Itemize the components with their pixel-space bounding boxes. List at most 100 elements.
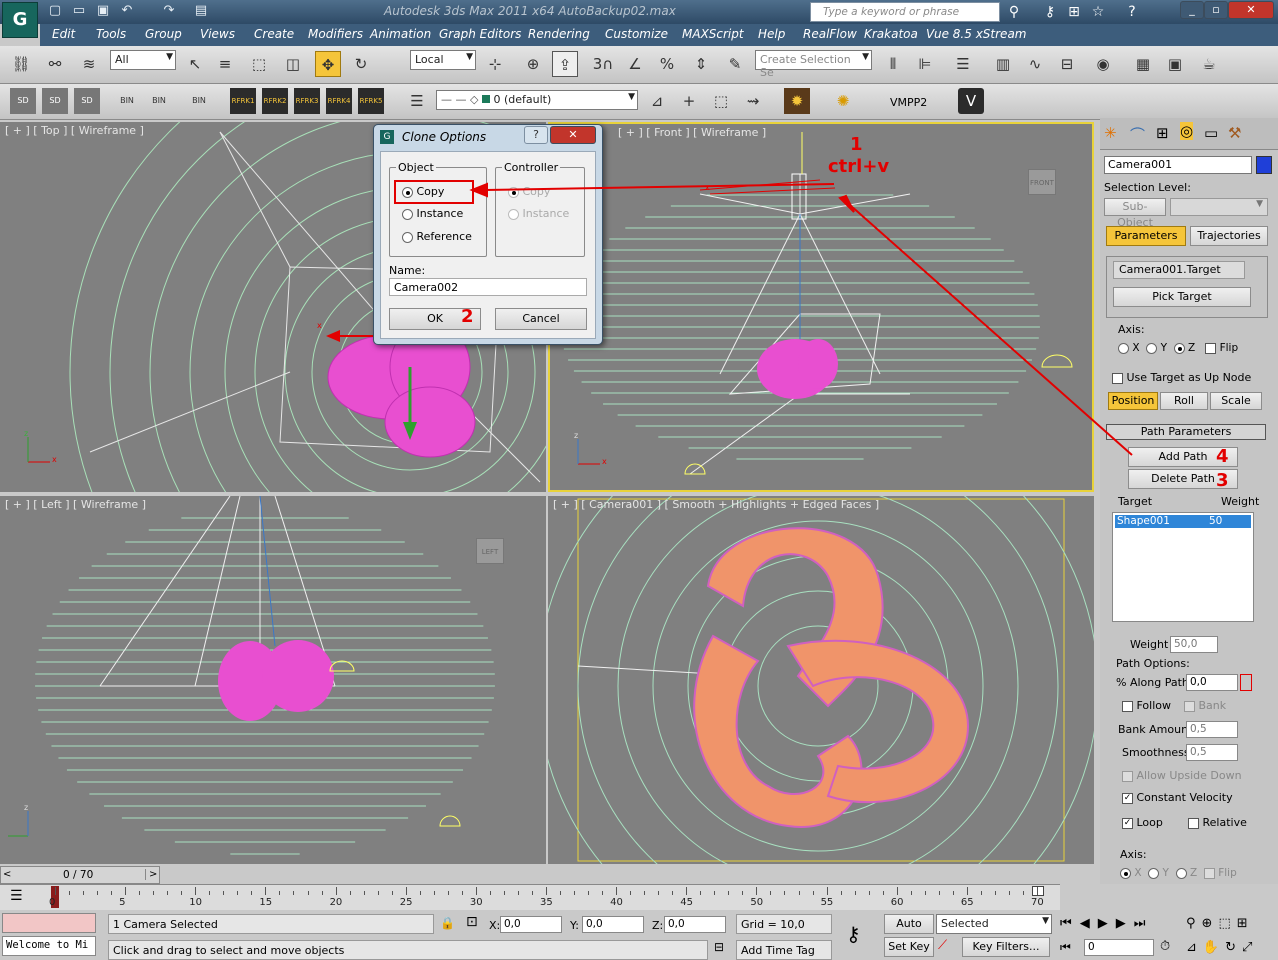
bin-icon-3[interactable]: BIN xyxy=(186,88,212,114)
layer-manager-icon[interactable]: ☰ xyxy=(950,51,976,77)
bin-icon-2[interactable]: BIN xyxy=(146,88,172,114)
allow-upside-checkbox[interactable] xyxy=(1122,770,1133,782)
object-name-field[interactable]: Camera001 xyxy=(1104,156,1252,174)
menu-krakatoa[interactable]: Krakatoa xyxy=(864,27,918,41)
key-filters-button[interactable]: Key Filters... xyxy=(962,937,1050,957)
fov-icon[interactable]: ⊿ xyxy=(1186,940,1203,955)
select-manipulate-icon[interactable]: ⊕ xyxy=(520,51,546,77)
menu-create[interactable]: Create xyxy=(254,27,294,41)
render-setup-icon[interactable]: ▦ xyxy=(1130,51,1156,77)
use-target-up-checkbox[interactable] xyxy=(1112,372,1123,384)
selection-lock-icon[interactable]: 🔒 xyxy=(440,916,455,930)
edit-named-selection-icon[interactable]: ✎ xyxy=(722,51,748,77)
zoom-icon[interactable]: ⚲ xyxy=(1186,916,1202,931)
previous-frame-icon[interactable]: ◀ xyxy=(1080,916,1098,931)
follow-checkbox[interactable] xyxy=(1122,700,1133,712)
menu-customize[interactable]: Customize xyxy=(605,27,668,41)
viewcube-left[interactable]: LEFT xyxy=(476,538,504,564)
krakatoa-icon[interactable]: ✺ xyxy=(830,88,856,114)
align-icon[interactable]: ⊫ xyxy=(912,51,938,77)
menu-edit[interactable]: Edit xyxy=(52,27,75,41)
unlink-icon[interactable]: ⚯ xyxy=(42,51,68,77)
clone-name-input[interactable]: Camera002 xyxy=(389,278,587,296)
layers-icon[interactable]: ☰ xyxy=(404,88,430,114)
viewport-camera-label[interactable]: [ + ] [ Camera001 ] [ Smooth + Highlight… xyxy=(553,498,879,511)
rotate-icon[interactable]: ↻ xyxy=(348,51,374,77)
menu-maxscript[interactable]: MAXScript xyxy=(682,27,744,41)
path-target-list[interactable]: Shape001 50 xyxy=(1112,512,1254,622)
set-key-button[interactable]: Set Key xyxy=(884,937,934,957)
zoom-extents-all-icon[interactable]: ⊞ xyxy=(1237,916,1254,931)
select-in-layer-icon[interactable]: ⬚ xyxy=(708,88,734,114)
viewport-top-label[interactable]: [ + ] [ Top ] [ Wireframe ] xyxy=(5,124,144,137)
plugin-star-icon[interactable]: ✹ xyxy=(784,88,810,114)
mirror-icon[interactable]: ⫴ xyxy=(880,51,906,77)
undo-icon[interactable]: ↶ xyxy=(118,3,136,19)
curve-editor-icon[interactable]: ∿ xyxy=(1022,51,1048,77)
vmpp-button[interactable]: VMPP2 xyxy=(890,96,927,109)
maxscript-mini-listener-top[interactable] xyxy=(2,913,96,933)
axis-x-radio[interactable] xyxy=(1118,342,1129,354)
axis-y-radio[interactable] xyxy=(1146,342,1158,354)
list-item[interactable]: Shape001 50 xyxy=(1115,515,1251,528)
communication-icon[interactable]: ⊞ xyxy=(1064,2,1084,22)
close-button[interactable]: ✕ xyxy=(1228,1,1274,19)
track-bar[interactable]: ☰ 0 5 10 15 20 25 30 35 40 45 50 55 60 65 70 xyxy=(0,884,1060,910)
set-key-mode-icon[interactable]: ⚷ xyxy=(846,922,861,946)
sd-icon-1[interactable]: SD xyxy=(10,88,36,114)
move-icon[interactable]: ✥ xyxy=(315,51,341,77)
menu-views[interactable]: Views xyxy=(200,27,235,41)
sub-object-dropdown[interactable]: ▼ xyxy=(1170,198,1268,216)
rect-selection-icon[interactable]: ⬚ xyxy=(246,51,272,77)
axis2-x-radio[interactable] xyxy=(1120,867,1131,879)
save-icon[interactable]: ▣ xyxy=(94,3,112,19)
menu-graph-editors[interactable]: Graph Editors xyxy=(439,27,521,41)
link-icon[interactable]: ⛓ xyxy=(8,51,34,77)
rfrk5-icon[interactable]: RFRK5 xyxy=(358,88,384,114)
key-tangent-icon[interactable]: ⟋ xyxy=(938,938,947,953)
parameters-tab[interactable]: Parameters xyxy=(1106,226,1186,246)
binoculars-icon[interactable]: ⚲ xyxy=(1004,2,1024,22)
rfrk4-icon[interactable]: RFRK4 xyxy=(326,88,352,114)
bin-icon-1[interactable]: BIN xyxy=(114,88,140,114)
sub-object-button[interactable]: Sub-Object xyxy=(1104,198,1166,229)
roll-button[interactable]: Roll xyxy=(1160,392,1208,410)
orbit-icon[interactable]: ↻ xyxy=(1225,940,1242,955)
viewcube-front[interactable]: FRONT xyxy=(1028,169,1056,195)
angle-snap-icon[interactable]: ∠ xyxy=(622,51,648,77)
menu-group[interactable]: Group xyxy=(145,27,182,41)
redo-icon[interactable]: ↷ xyxy=(160,3,178,19)
open-file-icon[interactable]: ▭ xyxy=(70,3,88,19)
absolute-mode-icon[interactable]: ⊡ xyxy=(466,914,478,930)
loop-checkbox[interactable]: ✓ xyxy=(1122,817,1133,829)
mini-curve-editor-icon[interactable]: ☰ xyxy=(10,888,23,904)
trajectories-tab[interactable]: Trajectories xyxy=(1190,226,1268,246)
render-production-icon[interactable]: ☕ xyxy=(1196,51,1222,77)
create-layer-icon[interactable]: ⊿ xyxy=(644,88,670,114)
display-tab-icon[interactable]: ▭ xyxy=(1204,124,1218,142)
time-tag-icon[interactable]: ⊟ xyxy=(714,940,724,954)
constant-velocity-checkbox[interactable]: ✓ xyxy=(1122,792,1133,804)
menu-animation[interactable]: Animation xyxy=(370,27,431,41)
rfrk2-icon[interactable]: RFRK2 xyxy=(262,88,288,114)
add-time-tag[interactable]: Add Time Tag xyxy=(736,940,832,960)
help-icon[interactable]: ? xyxy=(1122,2,1142,22)
pivot-center-icon[interactable]: ⊹ xyxy=(482,51,508,77)
motion-tab-icon[interactable]: ◎ xyxy=(1180,122,1194,140)
zoom-extents-icon[interactable]: ⬚ xyxy=(1218,916,1236,931)
selection-filter-dropdown[interactable]: All ▼ xyxy=(110,50,176,70)
current-frame-field[interactable]: 0 xyxy=(1084,939,1154,956)
play-icon[interactable]: ▶ xyxy=(1098,916,1116,931)
auto-key-button[interactable]: Auto Key xyxy=(884,914,934,948)
dialog-help-button[interactable]: ? xyxy=(524,126,548,144)
object-color-swatch[interactable] xyxy=(1256,156,1272,174)
time-config-icon[interactable]: ⏱ xyxy=(1160,939,1170,954)
named-selection-set-dropdown[interactable]: Create Selection Se ▼ xyxy=(755,50,872,79)
next-frame-icon[interactable]: ▶ xyxy=(1116,916,1134,931)
rfrk3-icon[interactable]: RFRK3 xyxy=(294,88,320,114)
viewport-camera[interactable]: [ + ] [ Camera001 ] [ Smooth + Highlight… xyxy=(548,496,1094,864)
viewport-front-label[interactable]: [ + ] [ Front ] [ Wireframe ] xyxy=(618,126,766,139)
key-mode-toggle-icon[interactable]: ⏮ xyxy=(1060,940,1071,955)
go-to-start-icon[interactable]: ⏮ xyxy=(1060,916,1080,931)
flip-checkbox[interactable] xyxy=(1205,342,1217,354)
